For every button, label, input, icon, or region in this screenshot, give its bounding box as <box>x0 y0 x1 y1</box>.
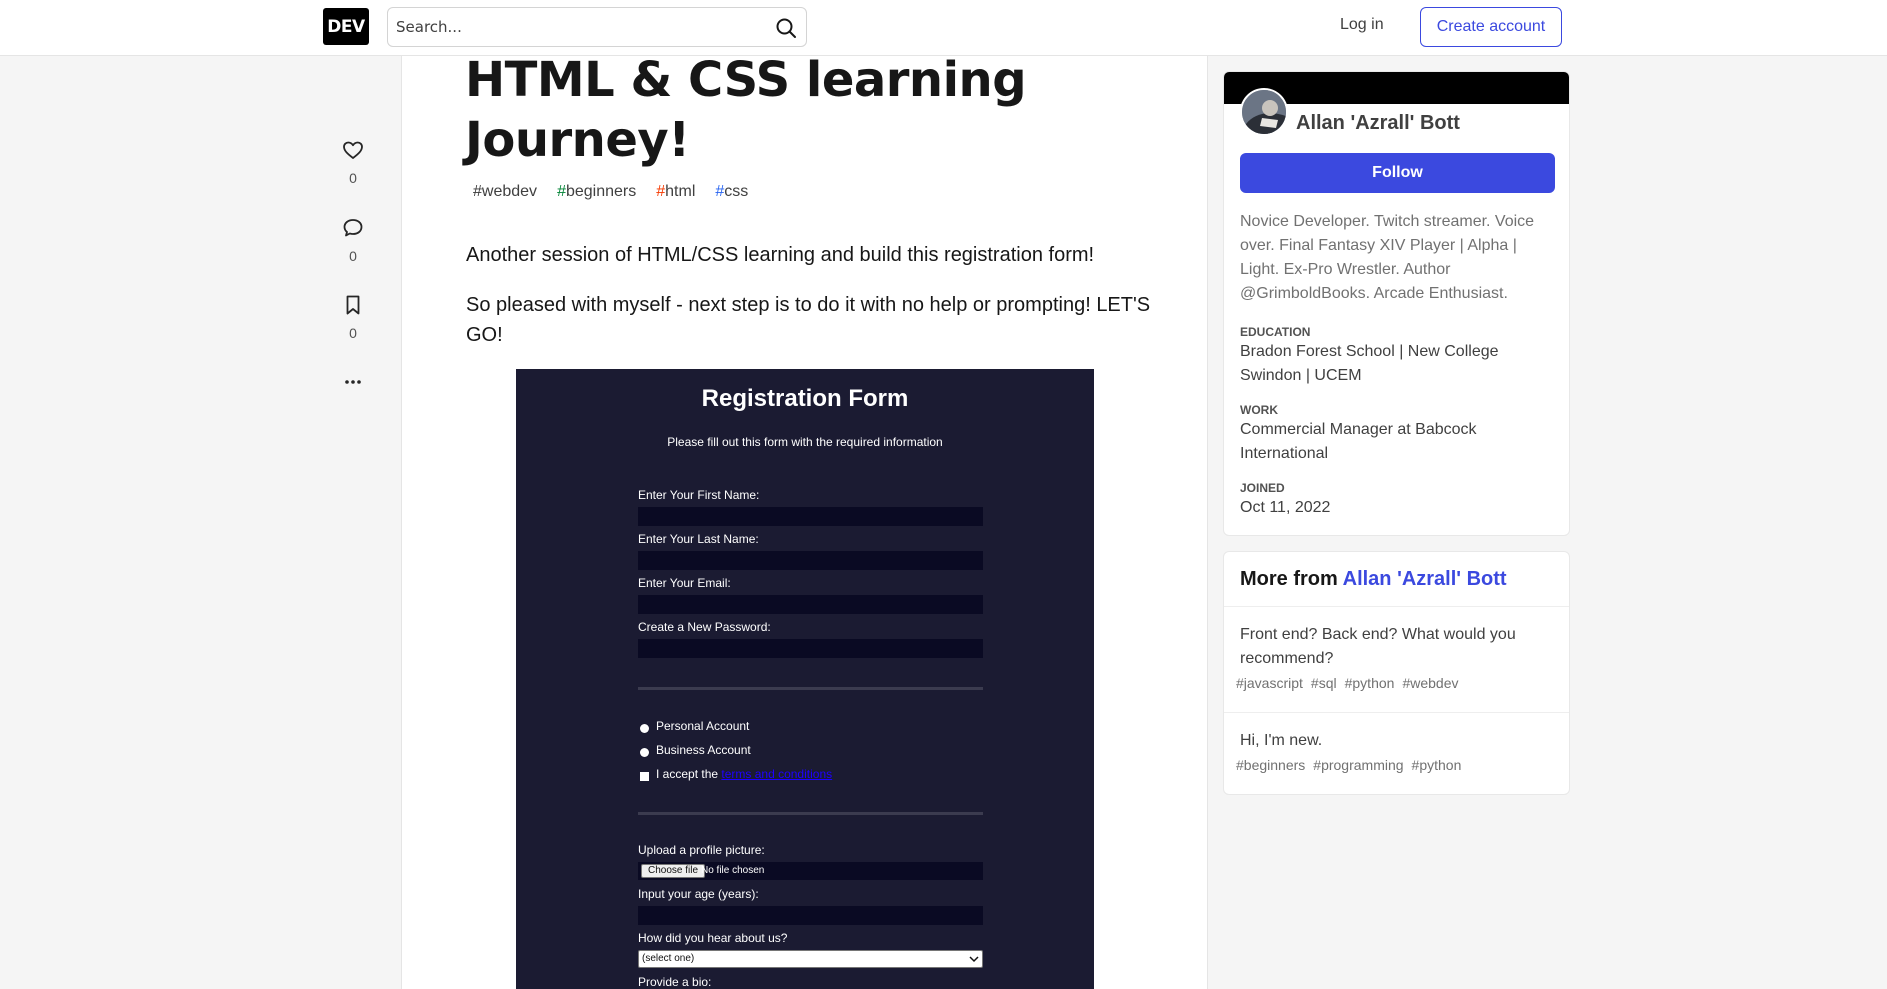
comment-action[interactable]: 0 <box>337 216 369 264</box>
radio-personal <box>640 724 649 733</box>
last-name-label: Enter Your Last Name: <box>638 532 759 546</box>
education-value: Bradon Forest School | New College Swind… <box>1240 343 1499 384</box>
terms-link: terms and conditions <box>721 767 833 781</box>
education-label: Education <box>1240 325 1311 339</box>
tag-html[interactable]: #html <box>649 181 702 203</box>
tag-webdev[interactable]: #webdev <box>466 181 544 203</box>
last-name-field <box>638 551 983 570</box>
more-actions[interactable] <box>337 370 369 394</box>
tag-label: beginners <box>565 183 637 200</box>
post-tag[interactable]: #sql <box>1311 675 1337 691</box>
reaction-action[interactable]: 0 <box>337 138 369 186</box>
select-placeholder: (select one) <box>642 953 695 964</box>
terms-prefix: I accept the <box>656 767 719 781</box>
age-label: Input your age (years): <box>638 887 759 901</box>
terms-label: I accept the terms and conditions <box>656 767 832 781</box>
saves-count: 0 <box>349 325 357 341</box>
post-title[interactable]: Front end? Back end? What would you reco… <box>1240 623 1555 671</box>
terms-checkbox <box>640 772 649 781</box>
more-from-heading: More from Allan 'Azrall' Bott <box>1224 552 1569 607</box>
post-tags: #beginners #programming #python <box>1236 757 1555 773</box>
form-divider <box>638 812 983 815</box>
create-account-button[interactable]: Create account <box>1420 7 1562 47</box>
tag-hash: # <box>715 183 725 200</box>
tag-label: webdev <box>481 183 538 200</box>
top-header: DEV Log in Create account <box>0 0 1887 56</box>
post-tag[interactable]: #webdev <box>1402 675 1458 691</box>
work-label: Work <box>1240 403 1278 417</box>
post-tag[interactable]: #python <box>1412 757 1462 773</box>
work-value: Commercial Manager at Babcock Internatio… <box>1240 421 1477 462</box>
tag-hash: # <box>656 183 666 200</box>
search-box[interactable] <box>387 7 807 47</box>
joined-label: Joined <box>1240 481 1285 495</box>
author-profile-card: Allan 'Azrall' Bott Follow Novice Develo… <box>1223 71 1570 536</box>
form-divider <box>638 687 983 690</box>
form-subtitle: Please fill out this form with the requi… <box>667 435 943 449</box>
tag-hash: # <box>557 183 566 200</box>
post-tag[interactable]: #python <box>1345 675 1395 691</box>
post-tag[interactable]: #programming <box>1313 757 1403 773</box>
file-input: Choose file No file chosen <box>638 862 983 880</box>
upload-label: Upload a profile picture: <box>638 843 765 857</box>
more-from-prefix: More from <box>1240 568 1338 590</box>
bookmark-icon[interactable] <box>341 293 365 317</box>
avatar[interactable] <box>1240 88 1288 136</box>
personal-account-label: Personal Account <box>656 719 750 733</box>
first-name-label: Enter Your First Name: <box>638 488 760 502</box>
post-tags: #javascript #sql #python #webdev <box>1236 675 1555 691</box>
login-link[interactable]: Log in <box>1340 16 1384 40</box>
password-field <box>638 639 983 658</box>
tag-hash: # <box>473 183 482 200</box>
save-action[interactable]: 0 <box>337 293 369 341</box>
heart-icon[interactable] <box>341 138 365 162</box>
email-field <box>638 595 983 614</box>
referrer-select: (select one) <box>638 950 983 968</box>
comment-icon[interactable] <box>341 216 365 240</box>
business-account-label: Business Account <box>656 743 751 757</box>
choose-file-button: Choose file <box>641 864 706 878</box>
registration-form-image: Registration Form Please fill out this f… <box>516 369 1094 989</box>
no-file-text: No file chosen <box>701 865 765 876</box>
post-tag[interactable]: #beginners <box>1236 757 1305 773</box>
article-tags: #webdev #beginners #html #css <box>466 181 755 203</box>
more-from-post[interactable]: Front end? Back end? What would you reco… <box>1224 623 1569 691</box>
post-title[interactable]: Hi, I'm new. <box>1240 729 1555 753</box>
more-from-author-link[interactable]: Allan 'Azrall' Bott <box>1343 568 1507 590</box>
chevron-down-icon <box>969 956 979 963</box>
more-horizontal-icon[interactable] <box>341 370 365 394</box>
tag-label: css <box>724 183 749 200</box>
profile-name[interactable]: Allan 'Azrall' Bott <box>1296 112 1460 135</box>
radio-business <box>640 748 649 757</box>
age-field <box>638 906 983 925</box>
tag-label: html <box>665 183 696 200</box>
follow-button[interactable]: Follow <box>1240 153 1555 193</box>
article-paragraph: So pleased with myself - next step is to… <box>466 294 1151 346</box>
joined-value: Oct 11, 2022 <box>1240 499 1331 516</box>
divider <box>1224 712 1569 713</box>
article-title: HTML & CSS learning Journey! <box>465 56 1027 168</box>
password-label: Create a New Password: <box>638 620 771 634</box>
email-label: Enter Your Email: <box>638 576 731 590</box>
form-title: Registration Form <box>701 385 909 412</box>
first-name-field <box>638 507 983 526</box>
article-card: HTML & CSS learning Journey! #webdev #be… <box>401 56 1208 989</box>
profile-bio: Novice Developer. Twitch streamer. Voice… <box>1240 213 1535 302</box>
bio-label: Provide a bio: <box>638 975 712 989</box>
article-paragraph: Another session of HTML/CSS learning and… <box>466 244 1095 266</box>
avatar-image <box>1242 90 1286 134</box>
more-from-post[interactable]: Hi, I'm new. #beginners #programming #py… <box>1224 729 1569 773</box>
search-input[interactable] <box>388 8 758 46</box>
post-tag[interactable]: #javascript <box>1236 675 1303 691</box>
more-from-card: More from Allan 'Azrall' Bott Front end?… <box>1223 551 1570 795</box>
reactions-count: 0 <box>349 170 357 186</box>
comments-count: 0 <box>349 248 357 264</box>
search-icon[interactable] <box>774 16 798 40</box>
tag-beginners[interactable]: #beginners <box>550 181 643 203</box>
tag-css[interactable]: #css <box>708 181 755 203</box>
dev-logo[interactable]: DEV <box>323 8 369 45</box>
referrer-label: How did you hear about us? <box>638 931 788 945</box>
